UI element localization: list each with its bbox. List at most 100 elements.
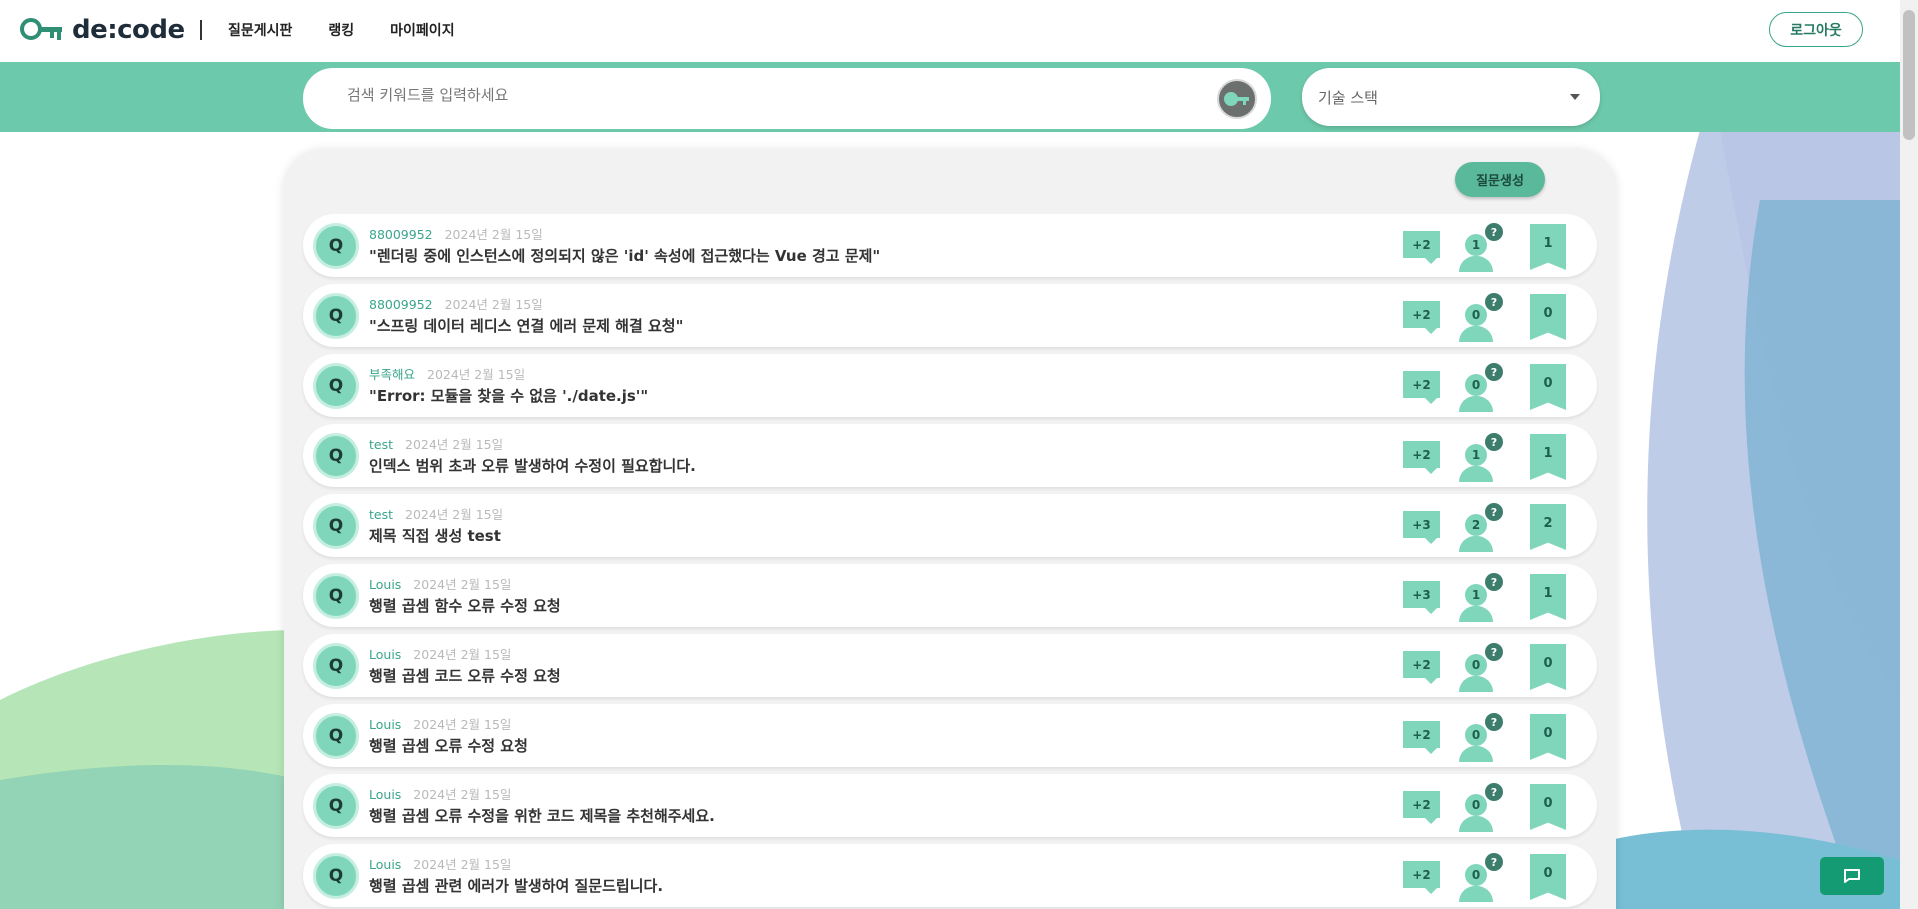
question-date: 2024년 2월 15일: [427, 367, 526, 382]
person-icon: [1459, 676, 1493, 692]
question-author[interactable]: 부족해요: [369, 367, 415, 382]
answer-count: 0 ?: [1458, 642, 1504, 692]
answer-count-value: 0: [1465, 654, 1487, 676]
point-badge: +2: [1403, 441, 1440, 474]
question-avatar: Q: [313, 783, 359, 829]
answer-count: 2 ?: [1458, 502, 1504, 552]
scrollbar[interactable]: [1900, 0, 1918, 909]
search-band: 기술 스택: [0, 62, 1900, 132]
question-title[interactable]: 제목 직접 생성 test: [369, 525, 501, 546]
bookmark-icon: 0: [1530, 854, 1566, 900]
question-meta: Louis 2024년 2월 15일: [369, 574, 511, 593]
question-author[interactable]: test: [369, 507, 393, 522]
question-row[interactable]: Q 부족해요 2024년 2월 15일 "Error: 모듈을 찾을 수 없음 …: [303, 354, 1597, 417]
question-date: 2024년 2월 15일: [413, 647, 512, 662]
question-mark-icon: ?: [1485, 713, 1503, 731]
create-question-button[interactable]: 질문생성: [1455, 162, 1545, 197]
question-title[interactable]: "렌더링 중에 인스턴스에 정의되지 않은 'id' 속성에 접근했다는 Vue…: [369, 245, 880, 266]
question-mark-icon: ?: [1485, 783, 1503, 801]
question-row[interactable]: Q Louis 2024년 2월 15일 행렬 곱셈 오류 수정 요청 +2 0…: [303, 704, 1597, 767]
question-date: 2024년 2월 15일: [413, 857, 512, 872]
nav-item-ranking[interactable]: 랭킹: [328, 20, 354, 40]
question-mark-icon: ?: [1485, 643, 1503, 661]
search-button[interactable]: [1217, 79, 1257, 119]
person-icon: [1459, 256, 1493, 272]
bookmark-icon: 1: [1530, 574, 1566, 620]
question-mark-icon: ?: [1485, 503, 1503, 521]
question-avatar: Q: [313, 643, 359, 689]
question-title[interactable]: 인덱스 범위 초과 오류 발생하여 수정이 필요합니다.: [369, 455, 696, 476]
question-avatar: Q: [313, 293, 359, 339]
person-icon: [1459, 886, 1493, 902]
question-author[interactable]: Louis: [369, 857, 401, 872]
person-icon: [1459, 816, 1493, 832]
question-title[interactable]: 행렬 곱셈 오류 수정 요청: [369, 735, 528, 756]
question-row[interactable]: Q 88009952 2024년 2월 15일 "렌더링 중에 인스턴스에 정의…: [303, 214, 1597, 277]
question-row[interactable]: Q Louis 2024년 2월 15일 행렬 곱셈 함수 오류 수정 요청 +…: [303, 564, 1597, 627]
key-logo-icon: [20, 18, 62, 40]
nav-item-question-board[interactable]: 질문게시판: [228, 20, 292, 40]
question-title[interactable]: 행렬 곱셈 오류 수정을 위한 코드 제목을 추천해주세요.: [369, 805, 715, 826]
answer-count: 0 ?: [1458, 852, 1504, 902]
question-title[interactable]: 행렬 곱셈 함수 오류 수정 요청: [369, 595, 561, 616]
question-avatar: Q: [313, 223, 359, 269]
chevron-down-icon: [1570, 94, 1580, 100]
question-meta: test 2024년 2월 15일: [369, 434, 503, 453]
answer-count-value: 2: [1465, 514, 1487, 536]
question-title[interactable]: "스프링 데이터 레디스 연결 에러 문제 해결 요청": [369, 315, 683, 336]
question-meta: Louis 2024년 2월 15일: [369, 854, 511, 873]
question-date: 2024년 2월 15일: [413, 577, 512, 592]
bookmark-icon: 2: [1530, 504, 1566, 550]
question-mark-icon: ?: [1485, 363, 1503, 381]
question-author[interactable]: Louis: [369, 577, 401, 592]
question-row[interactable]: Q Louis 2024년 2월 15일 행렬 곱셈 오류 수정을 위한 코드 …: [303, 774, 1597, 837]
question-author[interactable]: 88009952: [369, 227, 433, 242]
question-date: 2024년 2월 15일: [405, 437, 504, 452]
question-title[interactable]: 행렬 곱셈 코드 오류 수정 요청: [369, 665, 561, 686]
question-title[interactable]: "Error: 모듈을 찾을 수 없음 './date.js'": [369, 385, 648, 406]
point-badge: +2: [1403, 721, 1440, 754]
question-row[interactable]: Q Louis 2024년 2월 15일 행렬 곱셈 관련 에러가 발생하여 질…: [303, 844, 1597, 907]
question-author[interactable]: Louis: [369, 787, 401, 802]
person-icon: [1459, 536, 1493, 552]
search-input[interactable]: [347, 86, 1167, 104]
point-badge: +2: [1403, 791, 1440, 824]
question-title[interactable]: 행렬 곱셈 관련 에러가 발생하여 질문드립니다.: [369, 875, 663, 896]
nav-item-mypage[interactable]: 마이페이지: [390, 20, 454, 40]
point-badge: +3: [1403, 511, 1440, 544]
scrollbar-thumb[interactable]: [1903, 10, 1915, 140]
bookmark-icon: 0: [1530, 714, 1566, 760]
question-meta: Louis 2024년 2월 15일: [369, 714, 511, 733]
bookmark-icon: 0: [1530, 294, 1566, 340]
logout-button[interactable]: 로그아웃: [1769, 12, 1863, 47]
question-row[interactable]: Q Louis 2024년 2월 15일 행렬 곱셈 코드 오류 수정 요청 +…: [303, 634, 1597, 697]
key-icon: [1224, 92, 1249, 106]
point-badge: +2: [1403, 651, 1440, 684]
point-badge: +3: [1403, 581, 1440, 614]
chat-button[interactable]: [1820, 857, 1884, 895]
question-avatar: Q: [313, 363, 359, 409]
answer-count-value: 0: [1465, 374, 1487, 396]
answer-count-value: 0: [1465, 304, 1487, 326]
question-author[interactable]: Louis: [369, 717, 401, 732]
bookmark-icon: 1: [1530, 434, 1566, 480]
question-author[interactable]: 88009952: [369, 297, 433, 312]
answer-count-value: 1: [1465, 584, 1487, 606]
logo[interactable]: de:code: [20, 15, 185, 45]
chat-bubble-icon: [1844, 869, 1860, 883]
person-icon: [1459, 326, 1493, 342]
tech-stack-select[interactable]: 기술 스택: [1302, 68, 1600, 126]
question-row[interactable]: Q test 2024년 2월 15일 제목 직접 생성 test +3 2 ?…: [303, 494, 1597, 557]
answer-count: 1 ?: [1458, 432, 1504, 482]
bookmark-icon: 1: [1530, 224, 1566, 270]
question-row[interactable]: Q 88009952 2024년 2월 15일 "스프링 데이터 레디스 연결 …: [303, 284, 1597, 347]
point-badge: +2: [1403, 231, 1440, 264]
question-avatar: Q: [313, 433, 359, 479]
answer-count-value: 1: [1465, 444, 1487, 466]
question-author[interactable]: Louis: [369, 647, 401, 662]
logo-text: de:code: [72, 15, 185, 45]
question-author[interactable]: test: [369, 437, 393, 452]
person-icon: [1459, 606, 1493, 622]
question-row[interactable]: Q test 2024년 2월 15일 인덱스 범위 초과 오류 발생하여 수정…: [303, 424, 1597, 487]
question-date: 2024년 2월 15일: [444, 297, 543, 312]
